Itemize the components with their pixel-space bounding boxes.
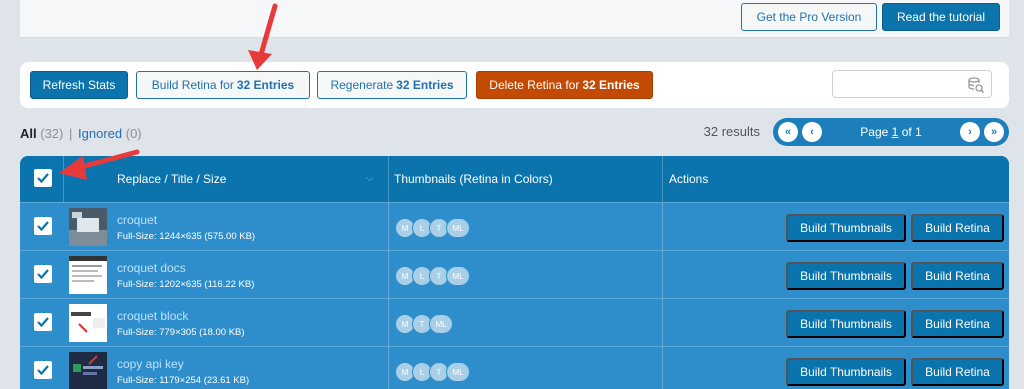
row-checkbox[interactable] <box>34 313 52 331</box>
select-all-checkbox[interactable] <box>34 169 52 187</box>
build-retina-count: 32 Entries <box>236 78 295 92</box>
get-pro-button[interactable]: Get the Pro Version <box>741 3 877 31</box>
column-divider <box>662 203 663 251</box>
thumbnail-sizes: M L T ML <box>395 362 470 382</box>
row-title-link[interactable]: croquet <box>117 213 157 227</box>
build-thumbnails-button[interactable]: Build Thumbnails <box>786 310 906 338</box>
refresh-stats-button[interactable]: Refresh Stats <box>30 71 128 99</box>
row-size: Full-Size: 779×305 (18.00 KB) <box>117 327 245 338</box>
thumbnail-sizes: M L T ML <box>395 218 470 238</box>
sort-chevron-icon[interactable]: ⌵ <box>366 173 374 184</box>
next-page-icon[interactable]: › <box>960 122 980 142</box>
build-retina-button[interactable]: Build Retina <box>911 214 1004 242</box>
build-retina-button[interactable]: Build Retina <box>911 358 1004 386</box>
build-retina-button[interactable]: Build Retina <box>911 310 1004 338</box>
row-checkbox[interactable] <box>34 361 52 379</box>
page-current[interactable]: 1 <box>892 125 899 139</box>
row-checkbox[interactable] <box>34 265 52 283</box>
column-divider <box>662 299 663 347</box>
row-thumbnail <box>69 256 107 294</box>
filter-all-count: (32) <box>40 126 64 141</box>
row-size: Full-Size: 1202×635 (116.22 KB) <box>117 279 255 290</box>
column-divider <box>662 251 663 299</box>
row-thumbnail <box>69 352 107 389</box>
row-size: Full-Size: 1244×635 (575.00 KB) <box>117 231 256 242</box>
thumbnail-sizes: M L T ML <box>395 266 470 286</box>
filter-separator: | <box>69 126 73 141</box>
row-thumbnail <box>69 208 107 246</box>
column-divider <box>388 251 389 299</box>
column-divider <box>662 156 663 202</box>
build-thumbnails-button[interactable]: Build Thumbnails <box>786 262 906 290</box>
first-page-icon[interactable]: « <box>778 122 798 142</box>
page-suffix: of 1 <box>901 125 922 139</box>
filter-all[interactable]: All <box>20 126 37 141</box>
thumbnail-sizes: M T ML <box>395 314 453 334</box>
column-divider <box>388 203 389 251</box>
filter-ignored[interactable]: Ignored <box>78 126 122 141</box>
filter-ignored-count: (0) <box>125 126 142 141</box>
build-retina-all-button[interactable]: Build Retina for 32 Entries <box>136 71 310 99</box>
search-database-icon <box>968 77 985 94</box>
table-row: croquet Full-Size: 1244×635 (575.00 KB) … <box>20 202 1009 251</box>
row-size: Full-Size: 1179×254 (23.61 KB) <box>117 375 250 386</box>
search-input[interactable] <box>832 70 992 98</box>
column-divider <box>388 156 389 202</box>
delete-retina-count: 32 Entries <box>582 78 640 92</box>
media-table: Replace / Title / Size ⌵ Thumbnails (Ret… <box>20 156 1009 389</box>
toolbar: Refresh Stats Build Retina for 32 Entries… <box>20 62 1009 108</box>
size-bubble: ML <box>446 362 470 382</box>
table-header: Replace / Title / Size ⌵ Thumbnails (Ret… <box>20 156 1009 202</box>
regenerate-all-button[interactable]: Regenerate 32 Entries <box>317 71 467 99</box>
size-bubble: ML <box>446 218 470 238</box>
build-retina-button[interactable]: Build Retina <box>911 262 1004 290</box>
row-thumbnail <box>69 304 107 342</box>
last-page-icon[interactable]: » <box>984 122 1004 142</box>
top-panel: Get the Pro Version Read the tutorial <box>20 0 1009 38</box>
column-divider <box>388 299 389 347</box>
row-title-link[interactable]: copy api key <box>117 357 184 371</box>
results-count: 32 results <box>703 124 760 139</box>
header-actions: Actions <box>669 172 709 186</box>
pagination: « ‹ Page 1 of 1 › » <box>773 118 1009 146</box>
column-divider <box>662 347 663 389</box>
column-divider <box>63 156 64 202</box>
view-filters: All (32) | Ignored (0) <box>20 126 142 141</box>
row-title-link[interactable]: croquet docs <box>117 261 186 275</box>
table-row: copy api key Full-Size: 1179×254 (23.61 … <box>20 346 1009 389</box>
page-prefix: Page <box>860 125 889 139</box>
regenerate-label: Regenerate <box>330 78 394 92</box>
prev-page-icon[interactable]: ‹ <box>802 122 822 142</box>
read-tutorial-button[interactable]: Read the tutorial <box>882 3 1000 31</box>
header-title[interactable]: Replace / Title / Size <box>117 172 226 186</box>
delete-retina-all-button[interactable]: Delete Retina for 32 Entries <box>476 71 653 99</box>
size-bubble: ML <box>446 266 470 286</box>
build-thumbnails-button[interactable]: Build Thumbnails <box>786 214 906 242</box>
page-indicator: Page 1 of 1 <box>831 125 951 139</box>
table-row: croquet block Full-Size: 779×305 (18.00 … <box>20 298 1009 347</box>
row-checkbox[interactable] <box>34 217 52 235</box>
table-row: croquet docs Full-Size: 1202×635 (116.22… <box>20 250 1009 299</box>
delete-retina-label: Delete Retina for <box>489 78 580 92</box>
regenerate-count: 32 Entries <box>396 78 454 92</box>
build-thumbnails-button[interactable]: Build Thumbnails <box>786 358 906 386</box>
build-retina-label: Build Retina for <box>151 78 234 92</box>
size-bubble: ML <box>429 314 453 334</box>
column-divider <box>388 347 389 389</box>
header-thumbnails: Thumbnails (Retina in Colors) <box>394 172 553 186</box>
row-title-link[interactable]: croquet block <box>117 309 188 323</box>
